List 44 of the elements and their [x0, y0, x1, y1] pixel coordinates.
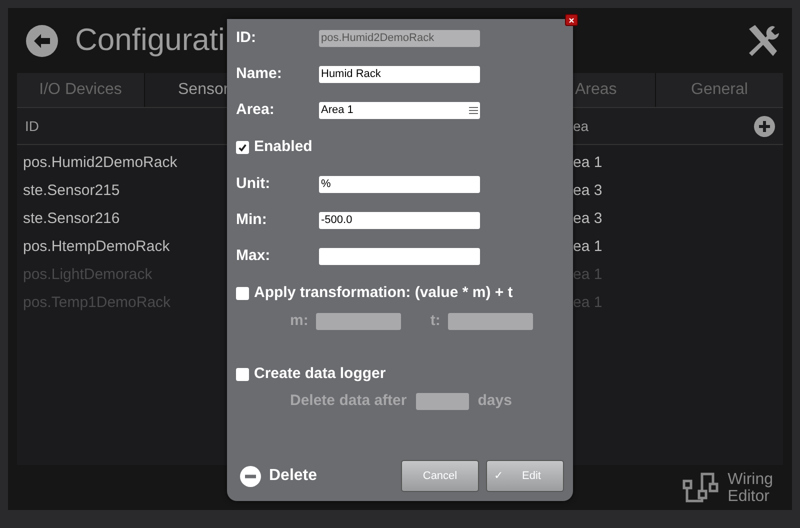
logger-label: Create data logger — [254, 364, 386, 384]
enabled-label: Enabled — [254, 136, 312, 157]
sensor-area: ea 1 — [573, 152, 602, 174]
sensor-area: ea 1 — [573, 236, 602, 258]
field-label: Min: — [236, 210, 268, 230]
minus-icon — [240, 466, 261, 486]
delete-after-label: Delete data after — [290, 390, 407, 411]
sensor-id[interactable]: ste.Sensor215 — [23, 182, 120, 199]
wiring-editor-label[interactable]: Editor — [728, 488, 773, 504]
sensor-id[interactable]: ste.Sensor216 — [23, 210, 120, 227]
sensor-id[interactable]: pos.HtempDemoRack — [23, 238, 170, 255]
column-header: ea — [573, 116, 590, 136]
close-icon — [569, 18, 574, 22]
id-field: pos.Humid2DemoRack — [319, 30, 480, 46]
delete-button[interactable]: Delete — [240, 464, 318, 488]
sensor-area: ea 3 — [573, 208, 602, 230]
checkbox[interactable] — [236, 368, 249, 380]
text-field[interactable]: Humid Rack — [319, 66, 480, 82]
days-label: days — [478, 390, 512, 411]
wiring-editor-label[interactable]: Wiring — [728, 470, 773, 488]
transformation-label: Apply transformation: (value * m) + t — [254, 282, 513, 303]
text-field[interactable]: % — [319, 176, 480, 192]
check-icon — [238, 142, 247, 152]
text-field[interactable]: -500.0 — [319, 212, 480, 228]
field-label: Unit: — [236, 174, 272, 194]
area-select[interactable]: Area 1 — [319, 102, 480, 118]
checkbox[interactable] — [236, 140, 249, 154]
sensor-area: ea 3 — [573, 180, 602, 202]
page-title: Configurati — [75, 21, 225, 60]
wiring-icon[interactable] — [682, 472, 720, 504]
field-label: ID: — [236, 28, 257, 48]
column-header: ID — [24, 116, 40, 136]
m-label: m: — [290, 310, 308, 331]
close-button[interactable] — [565, 14, 578, 26]
t-label: t: — [430, 310, 440, 331]
back-icon[interactable] — [26, 24, 58, 56]
add-icon[interactable] — [754, 116, 775, 136]
menu-icon — [469, 106, 478, 114]
sensor-id[interactable]: pos.Humid2DemoRack — [23, 154, 178, 171]
field-label: Max: — [236, 246, 272, 266]
checkbox[interactable] — [236, 286, 249, 300]
text-field[interactable] — [319, 248, 480, 264]
tab[interactable]: Areas — [573, 73, 655, 107]
tab[interactable]: General — [655, 73, 783, 107]
